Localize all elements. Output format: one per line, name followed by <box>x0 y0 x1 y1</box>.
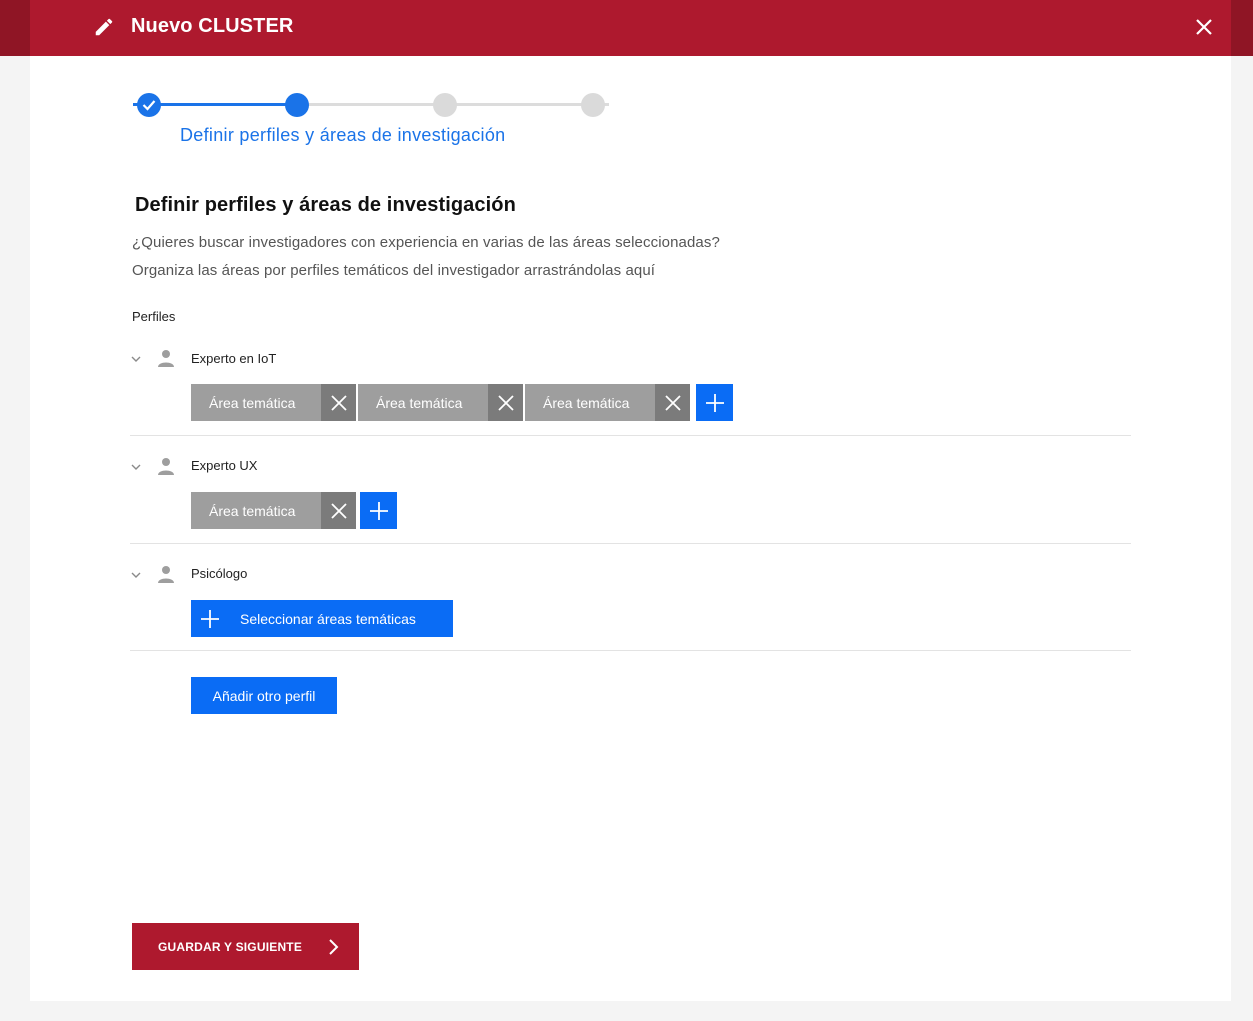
step-3[interactable] <box>433 93 457 117</box>
description-line-2: Organiza las áreas por perfiles temático… <box>132 262 656 279</box>
save-and-next-label: GUARDAR Y SIGUIENTE <box>158 939 303 954</box>
add-area-button[interactable] <box>696 384 733 421</box>
remove-area-button[interactable] <box>321 492 356 529</box>
person-icon <box>158 458 174 475</box>
header-edge-left <box>0 0 30 56</box>
select-areas-label: Seleccionar áreas temáticas <box>240 610 416 627</box>
stepper: Definir perfiles y áreas de investigació… <box>30 56 1231 166</box>
profile-item: Experto UX Área temática <box>130 436 1131 544</box>
profile-name: Experto en IoT <box>191 351 277 366</box>
add-profile-button[interactable]: Añadir otro perfil <box>191 677 337 714</box>
chevron-right-icon <box>329 939 339 955</box>
profile-areas: Área temática Área temática Área temátic… <box>191 384 733 421</box>
person-icon <box>158 350 174 367</box>
profile-item: Psicólogo Seleccionar áreas temáticas <box>130 544 1131 651</box>
profile-name: Psicólogo <box>191 566 248 581</box>
profiles-label: Perfiles <box>132 309 176 324</box>
header-edge-right <box>1231 0 1253 56</box>
area-chip[interactable]: Área temática <box>358 384 523 421</box>
profile-areas: Seleccionar áreas temáticas <box>191 600 453 637</box>
remove-area-button[interactable] <box>655 384 690 421</box>
remove-area-button[interactable] <box>488 384 523 421</box>
plus-icon <box>191 600 228 637</box>
current-step-label: Definir perfiles y áreas de investigació… <box>180 125 506 145</box>
chevron-down-icon[interactable] <box>130 463 142 471</box>
add-area-button[interactable] <box>360 492 397 529</box>
save-and-next-button[interactable]: GUARDAR Y SIGUIENTE <box>132 923 359 970</box>
remove-area-button[interactable] <box>321 384 356 421</box>
close-icon <box>330 394 347 411</box>
step-4[interactable] <box>581 93 605 117</box>
close-icon <box>330 502 347 519</box>
close-icon <box>664 394 681 411</box>
step-1-completed[interactable] <box>137 93 161 117</box>
plus-icon <box>369 501 388 520</box>
profile-name: Experto UX <box>191 458 258 473</box>
area-chip-label: Área temática <box>191 384 321 421</box>
chevron-down-icon[interactable] <box>130 571 142 579</box>
chevron-down-icon[interactable] <box>130 355 142 363</box>
pencil-icon <box>95 18 113 36</box>
area-chip[interactable]: Área temática <box>191 384 356 421</box>
area-chip-label: Área temática <box>525 384 655 421</box>
step-2-active[interactable] <box>285 93 309 117</box>
person-icon <box>158 566 174 583</box>
section-title: Definir perfiles y áreas de investigació… <box>135 194 516 216</box>
select-areas-button[interactable]: Seleccionar áreas temáticas <box>191 600 453 637</box>
area-chip[interactable]: Área temática <box>191 492 356 529</box>
modal-panel: Definir perfiles y áreas de investigació… <box>30 56 1231 1001</box>
area-chip-label: Área temática <box>358 384 488 421</box>
area-chip[interactable]: Área temática <box>525 384 690 421</box>
close-icon <box>497 394 514 411</box>
area-chip-label: Área temática <box>191 492 321 529</box>
modal-header: Nuevo CLUSTER <box>30 0 1231 56</box>
description-line-1: ¿Quieres buscar investigadores con exper… <box>132 234 720 251</box>
modal-title: Nuevo CLUSTER <box>131 15 294 37</box>
close-icon[interactable] <box>1191 14 1217 40</box>
profile-areas: Área temática <box>191 492 397 529</box>
check-icon <box>142 100 156 111</box>
plus-icon <box>705 393 724 412</box>
profile-item: Experto en IoT Área temática Área temáti… <box>130 339 1131 436</box>
